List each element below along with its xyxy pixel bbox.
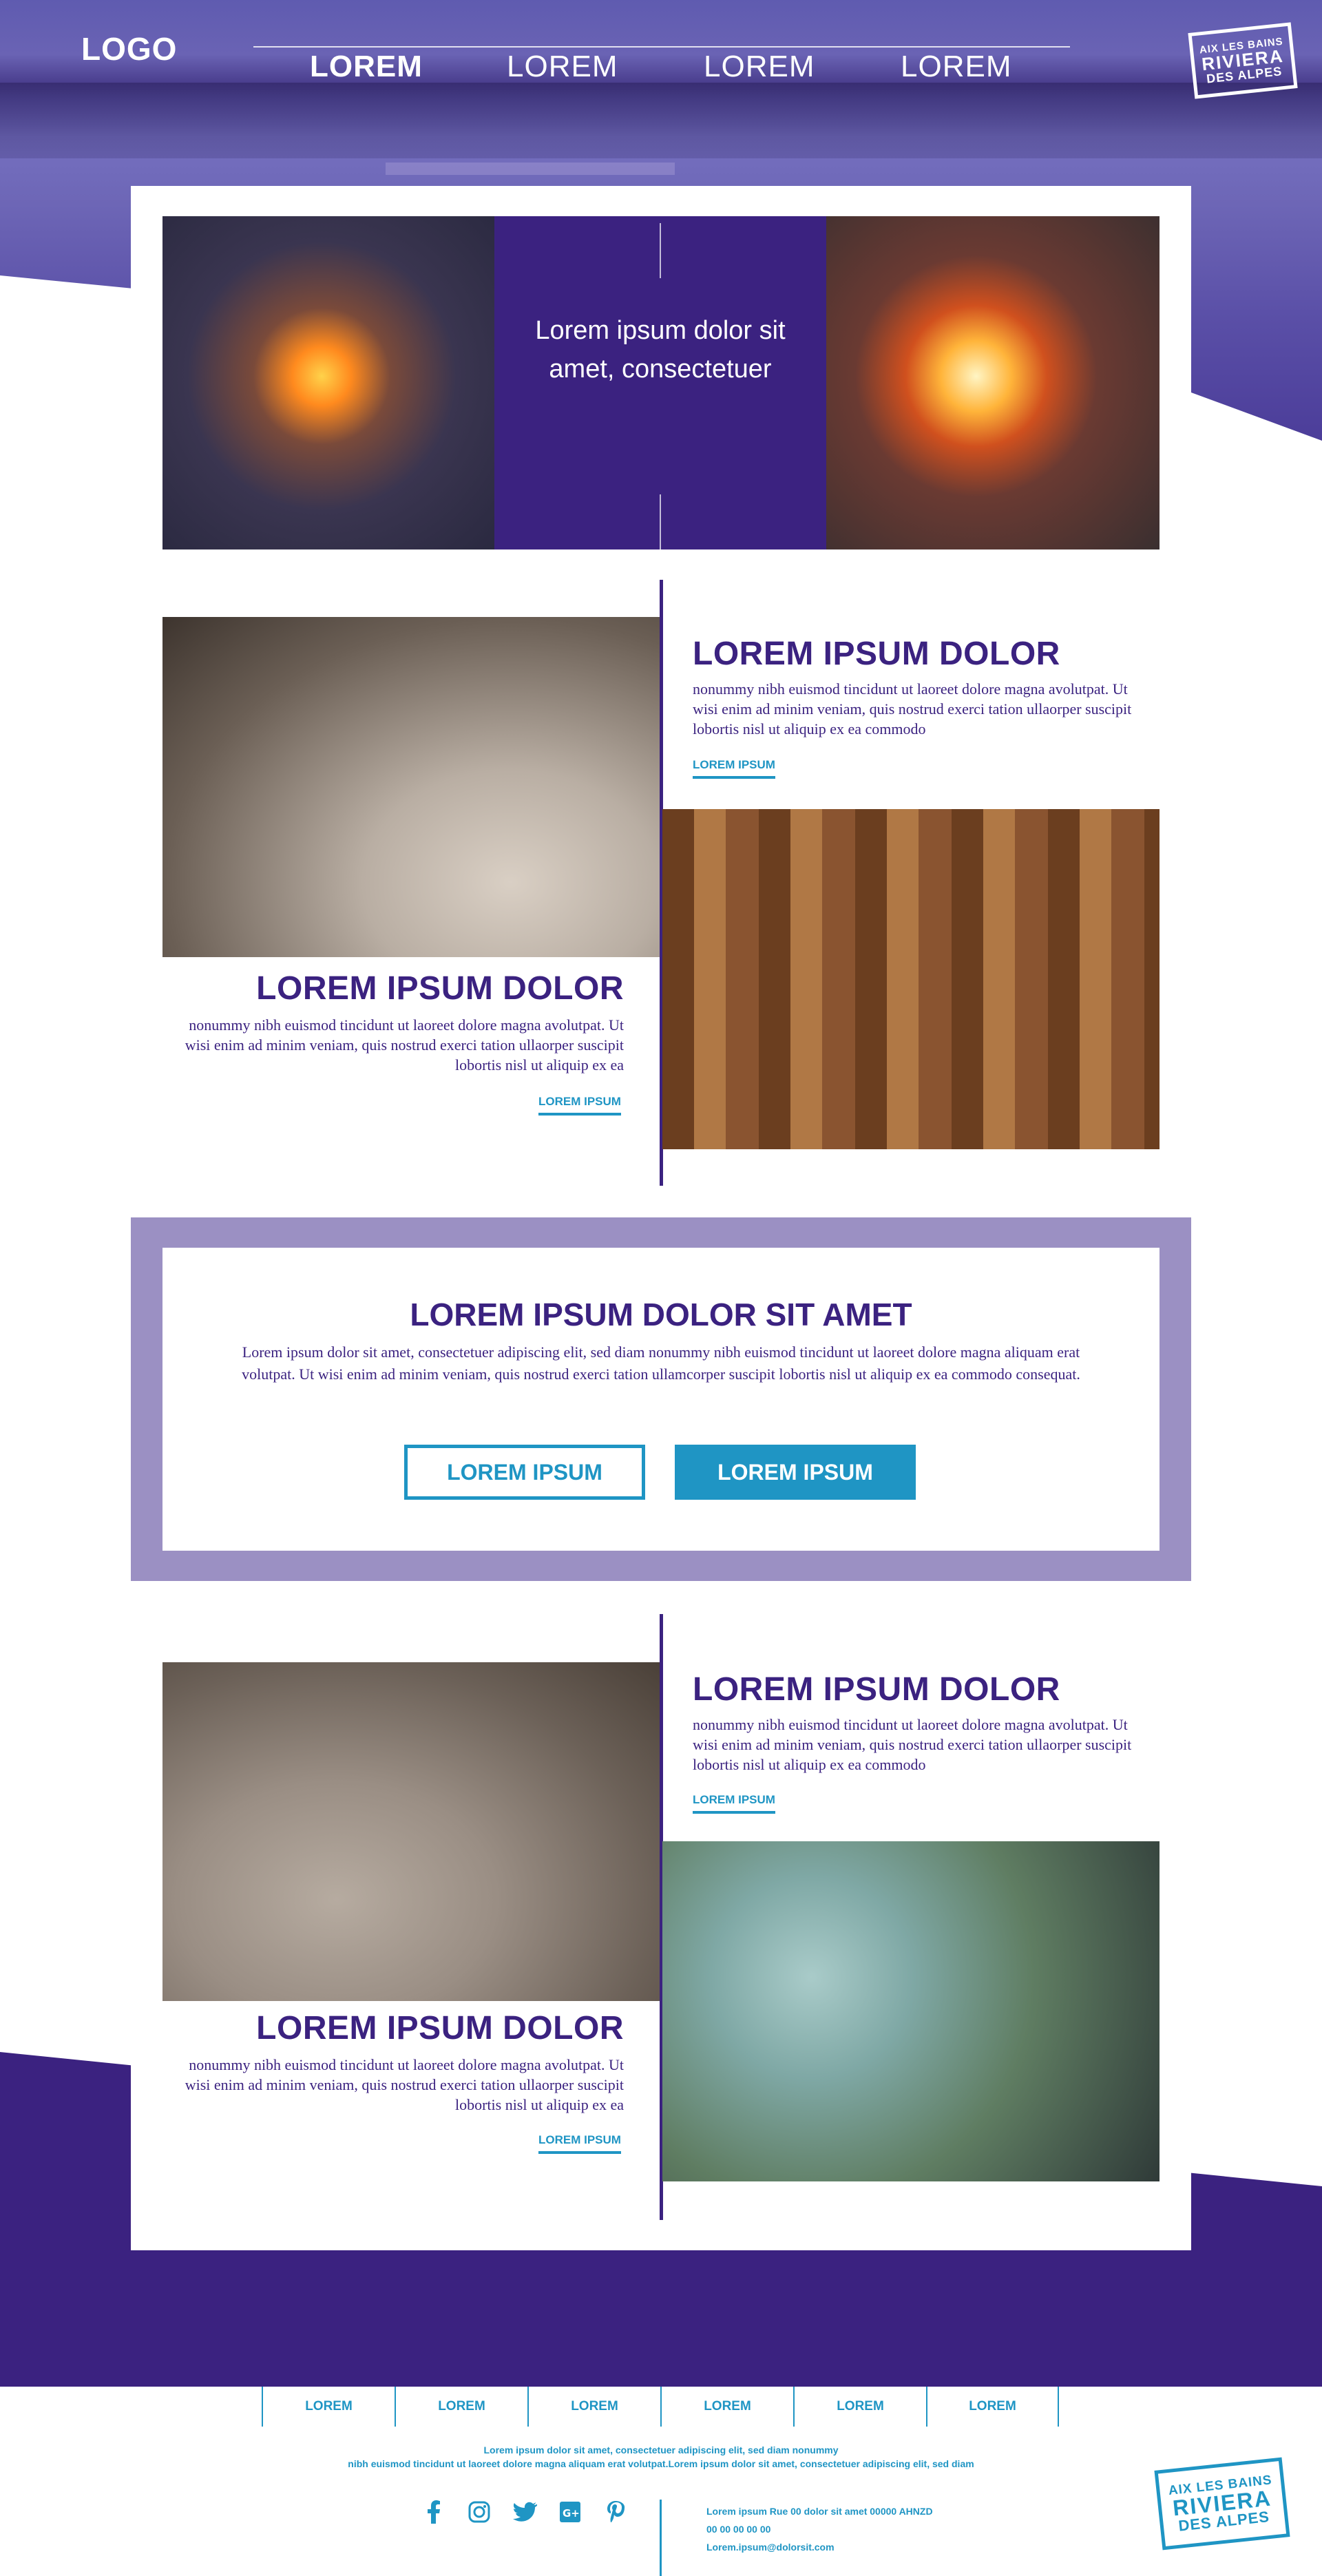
feature2-right-link[interactable]: LOREM IPSUM (693, 1793, 775, 1814)
feature2-left-link[interactable]: LOREM IPSUM (538, 2133, 621, 2154)
contact-address: Lorem ipsum Rue 00 dolor sit amet 00000 … (706, 2506, 933, 2517)
nav-item-4[interactable]: LOREM (901, 50, 1098, 84)
feature1-right-link[interactable]: LOREM IPSUM (693, 758, 775, 779)
cta-outline-button[interactable]: LOREM IPSUM (404, 1445, 645, 1500)
feature1-left-title: LOREM IPSUM DOLOR (256, 970, 624, 1007)
footer-nav: LOREM LOREM LOREM LOREM LOREM LOREM (262, 2387, 1059, 2427)
svg-text:G+: G+ (563, 2507, 580, 2520)
brand-stamp-logo[interactable]: AIX LES BAINS RIVIERA DES ALPES (1188, 22, 1298, 99)
cta-body: Lorem ipsum dolor sit amet, consectetuer… (242, 1343, 1080, 1383)
feature2-left-body: nonummy nibh euismod tincidunt ut laoree… (185, 2056, 624, 2113)
cta-solid-button[interactable]: LOREM IPSUM (675, 1445, 916, 1500)
feature1-left-link[interactable]: LOREM IPSUM (538, 1095, 621, 1116)
treeline-shape (0, 83, 1322, 158)
cookies-image (662, 809, 1160, 1149)
feature1-left-body: nonummy nibh euismod tincidunt ut laoree… (185, 1016, 624, 1074)
feature1-right-body: nonummy nibh euismod tincidunt ut laoree… (693, 680, 1132, 737)
nav-item-2[interactable]: LOREM (507, 50, 704, 84)
furnace-image (826, 216, 1160, 549)
footer-text-line-1: Lorem ipsum dolor sit amet, consectetuer… (483, 2444, 839, 2455)
intro-line-bottom (660, 494, 661, 549)
footer-nav-item-6[interactable]: LOREM (926, 2387, 1059, 2427)
footer-nav-item-3[interactable]: LOREM (527, 2387, 660, 2427)
pottery-image (162, 1662, 660, 2001)
nav-divider (253, 46, 1070, 48)
social-links: G+ (421, 2500, 628, 2524)
feature2-right-body: nonummy nibh euismod tincidunt ut laoree… (693, 1716, 1132, 1773)
footer-text: Lorem ipsum dolor sit amet, consectetuer… (262, 2443, 1060, 2471)
cheese-image (162, 617, 660, 957)
footer-nav-item-4[interactable]: LOREM (660, 2387, 793, 2427)
nav-item-1[interactable]: LOREM (310, 50, 507, 84)
feature2-left-title: LOREM IPSUM DOLOR (256, 2010, 624, 2046)
intro-text: Lorem ipsum dolor sit amet, consectetuer (535, 316, 786, 384)
contact-info: Lorem ipsum Rue 00 dolor sit amet 00000 … (706, 2502, 933, 2556)
nav-item-3[interactable]: LOREM (704, 50, 901, 84)
twitter-icon[interactable] (512, 2500, 537, 2524)
footer-nav-item-2[interactable]: LOREM (395, 2387, 527, 2427)
footer-nav-item-5[interactable]: LOREM (793, 2387, 926, 2427)
cta-panel (162, 1248, 1160, 1551)
facebook-icon[interactable] (421, 2500, 446, 2524)
footer-brand-stamp[interactable]: AIX LES BAINS RIVIERA DES ALPES (1154, 2457, 1290, 2551)
feature2-right-title: LOREM IPSUM DOLOR (693, 1671, 1060, 1708)
site-logo[interactable]: LOGO (81, 30, 177, 67)
footer-divider (660, 2500, 662, 2576)
footer-text-line-2: nibh euismod tincidunt ut laoreet dolore… (348, 2458, 974, 2469)
google-plus-icon[interactable]: G+ (558, 2500, 583, 2524)
vases-image (662, 1841, 1160, 2181)
dock-shape (386, 163, 675, 175)
feature1-right-title: LOREM IPSUM DOLOR (693, 636, 1060, 672)
contact-email[interactable]: Lorem.ipsum@dolorsit.com (706, 2538, 933, 2556)
cta-title: LOREM IPSUM DOLOR SIT AMET (410, 1297, 912, 1332)
pinterest-icon[interactable] (603, 2500, 628, 2524)
intro-panel: Lorem ipsum dolor sit amet, consectetuer (494, 216, 826, 549)
contact-phone[interactable]: 00 00 00 00 00 (706, 2520, 933, 2538)
footer-nav-item-1[interactable]: LOREM (262, 2387, 395, 2427)
main-nav: LOREM LOREM LOREM LOREM (310, 50, 1098, 84)
instagram-icon[interactable] (467, 2500, 492, 2524)
intro-line-top (660, 223, 661, 278)
glassblowing-image (162, 216, 494, 549)
